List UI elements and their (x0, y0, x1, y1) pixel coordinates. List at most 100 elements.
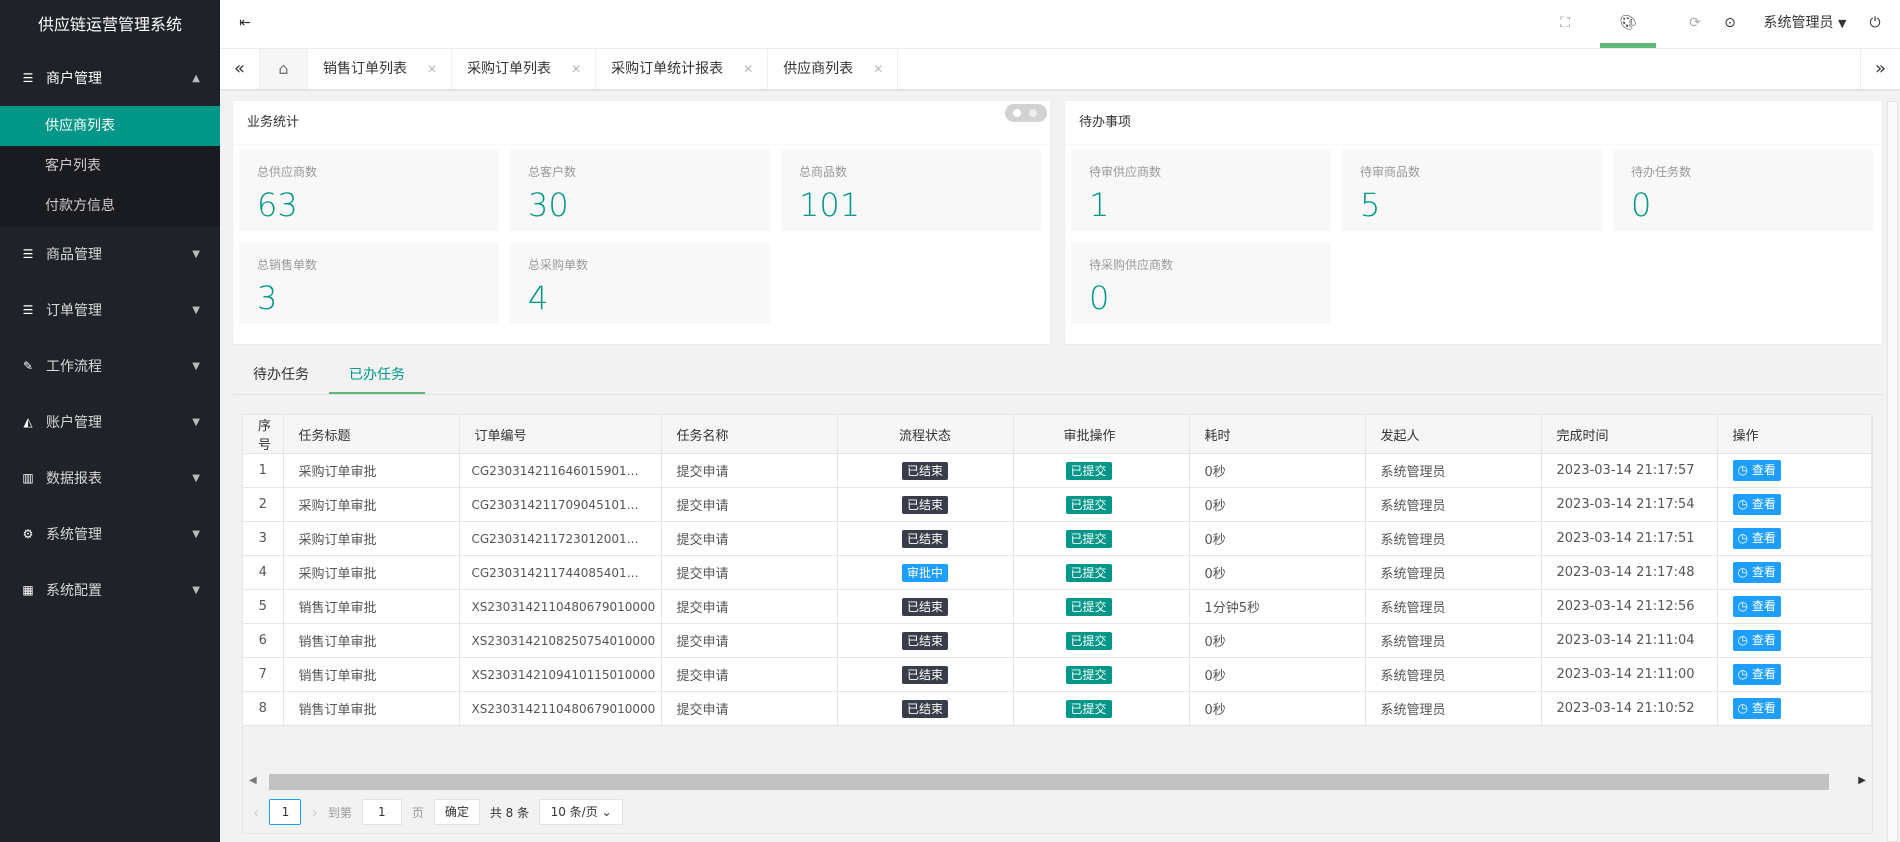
sidebar-item-2[interactable]: ☰ 订单管理 ▼ (0, 282, 220, 338)
completed-time: 2023-03-14 21:11:04 (1541, 623, 1718, 658)
initiator: 系统管理员 (1365, 521, 1542, 556)
column-header: 耗时 (1189, 415, 1366, 454)
completed-time: 2023-03-14 21:12:56 (1541, 589, 1718, 624)
toggle-switch[interactable] (1005, 104, 1047, 122)
completed-time: 2023-03-14 21:11:00 (1541, 657, 1718, 692)
power-icon[interactable]: ⏻ (1860, 0, 1890, 48)
view-button[interactable]: ◷ 查看 (1732, 562, 1781, 583)
sidebar-subitem-2[interactable]: 付款方信息 (0, 186, 220, 226)
task-tab-1[interactable]: 已办任务 (329, 356, 425, 394)
close-icon[interactable]: ✕ (743, 49, 753, 89)
tab-3[interactable]: 供应商列表 ✕ (768, 49, 899, 89)
stat-box[interactable]: 总客户数 30 (510, 149, 770, 231)
table-row: 2 采购订单审批 CG2303142117090451010000 提交申请 已… (243, 487, 1872, 522)
stat-value: 4 (528, 279, 549, 317)
tabs-scroll-right-icon[interactable]: » (1860, 49, 1900, 89)
view-button[interactable]: ◷ 查看 (1732, 528, 1781, 549)
task-name: 提交申请 (661, 555, 838, 590)
table-row: 4 采购订单审批 CG2303142117440854010000 提交申请 审… (243, 555, 1872, 590)
view-button[interactable]: ◷ 查看 (1732, 630, 1781, 651)
stat-box[interactable]: 待采购供应商数 0 (1071, 242, 1331, 324)
sidebar-item-5[interactable]: ▥ 数据报表 ▼ (0, 450, 220, 506)
task-name: 提交申请 (661, 589, 838, 624)
card-title: 待办事项 (1065, 101, 1882, 145)
home-tab-icon[interactable]: ⌂ (260, 49, 308, 89)
sidebar-item-7[interactable]: ▦ 系统配置 ▼ (0, 562, 220, 618)
horizontal-scrollbar[interactable]: ◀ ▶ (243, 773, 1872, 791)
page-1[interactable]: 1 (269, 799, 302, 825)
user-menu[interactable]: 系统管理员 ▼ (1755, 0, 1855, 48)
scrollbar-thumb[interactable] (1887, 101, 1898, 842)
status-badge: 已结束 (901, 597, 948, 616)
sidebar-item-4[interactable]: ◭ 账户管理 ▼ (0, 394, 220, 450)
fullscreen-icon[interactable]: ⛶ (1550, 0, 1580, 48)
next-page-icon[interactable]: › (311, 803, 317, 822)
view-label: 查看 (1751, 667, 1776, 681)
stat-value: 30 (528, 186, 569, 224)
refresh-icon[interactable]: ⟳ (1675, 0, 1715, 48)
close-icon[interactable]: ✕ (873, 49, 883, 89)
task-title: 销售订单审批 (283, 589, 460, 624)
view-button[interactable]: ◷ 查看 (1732, 698, 1781, 719)
stat-box[interactable]: 总采购单数 4 (510, 242, 770, 324)
sidebar-item-label: 商品管理 (46, 247, 102, 263)
sidebar-item-3[interactable]: ✎ 工作流程 ▼ (0, 338, 220, 394)
stat-value: 0 (1089, 279, 1110, 317)
row-number: 3 (243, 521, 284, 556)
collapse-sidebar-icon[interactable]: ⇤ (220, 0, 270, 48)
confirm-button[interactable]: 确定 (433, 799, 480, 825)
stat-box[interactable]: 待审供应商数 1 (1071, 149, 1331, 231)
tabs-scroll-left-icon[interactable]: « (220, 49, 260, 89)
sidebar-item-label: 工作流程 (46, 359, 102, 375)
prev-page-icon[interactable]: ‹ (253, 803, 259, 822)
scroll-right-icon[interactable]: ▶ (1858, 775, 1866, 786)
view-button[interactable]: ◷ 查看 (1732, 494, 1781, 515)
caret-down-icon: ▼ (192, 248, 200, 260)
status-badge: 已结束 (901, 529, 948, 548)
task-tab-0[interactable]: 待办任务 (233, 356, 329, 394)
close-icon[interactable]: ✕ (427, 49, 437, 89)
close-icon[interactable]: ✕ (571, 49, 581, 89)
page-size-select[interactable]: 10 条/页 ⌄ (539, 799, 624, 825)
stat-box[interactable]: 待办任务数 0 (1613, 149, 1873, 231)
caret-down-icon: ▼ (192, 360, 200, 372)
column-header: 发起人 (1365, 415, 1542, 454)
order-number: XS2303142109410115010000 (471, 667, 656, 682)
stat-label: 总商品数 (799, 165, 848, 179)
stat-box[interactable]: 总销售单数 3 (239, 242, 499, 324)
goto-page-input[interactable]: 1 (361, 799, 402, 825)
sidebar-subitem-1[interactable]: 客户列表 (0, 146, 220, 186)
view-button[interactable]: ◷ 查看 (1732, 664, 1781, 685)
scroll-left-icon[interactable]: ◀ (249, 775, 257, 786)
task-title: 采购订单审批 (283, 555, 460, 590)
scrollbar-thumb[interactable] (269, 774, 1829, 790)
list-icon: ☰ (22, 303, 34, 317)
tab-0[interactable]: 销售订单列表 ✕ (308, 49, 453, 89)
user-name: 系统管理员 (1763, 15, 1834, 31)
tab-1[interactable]: 采购订单列表 ✕ (452, 49, 597, 89)
row-number: 1 (243, 453, 284, 488)
stat-box[interactable]: 总供应商数 63 (239, 149, 499, 231)
theme-palette-icon[interactable]: 🎨︎ (1600, 0, 1656, 48)
tab-2[interactable]: 采购订单统计报表 ✕ (596, 49, 769, 89)
sidebar-item-6[interactable]: ⚙ 系统管理 ▼ (0, 506, 220, 562)
completed-time: 2023-03-14 21:17:48 (1541, 555, 1718, 590)
view-button[interactable]: ◷ 查看 (1732, 596, 1781, 617)
sidebar-item-0[interactable]: ☰ 商户管理 ▲ (0, 50, 220, 106)
stat-box[interactable]: 总商品数 101 (781, 149, 1041, 231)
location-pin-icon[interactable]: ⊙ (1710, 0, 1750, 48)
stat-box[interactable]: 待审商品数 5 (1342, 149, 1602, 231)
order-number: XS2303142110480679010000 (471, 701, 656, 716)
order-number: XS2303142108250754010000 (471, 633, 656, 648)
view-label: 查看 (1751, 463, 1776, 477)
top-header: ⇤ ⛶ 🎨︎ ⟳ ⊙ 系统管理员 ▼ ⏻ (220, 0, 1900, 49)
sidebar-item-label: 数据报表 (46, 471, 102, 487)
caret-down-icon: ▼ (1837, 17, 1847, 30)
sidebar-item-1[interactable]: ☰ 商品管理 ▼ (0, 226, 220, 282)
sidebar-subitem-0[interactable]: 供应商列表 (0, 106, 220, 146)
approval-badge: 已提交 (1065, 495, 1112, 514)
view-button[interactable]: ◷ 查看 (1732, 460, 1781, 481)
vertical-scrollbar[interactable] (1885, 101, 1900, 842)
task-table-card: 序号 任务标题 订单编号 任务名称 流程状态 审批操作 耗时 发起人 完成时间 操作 1 采购订单… (242, 414, 1873, 834)
sidebar-item-label: 订单管理 (46, 303, 102, 319)
